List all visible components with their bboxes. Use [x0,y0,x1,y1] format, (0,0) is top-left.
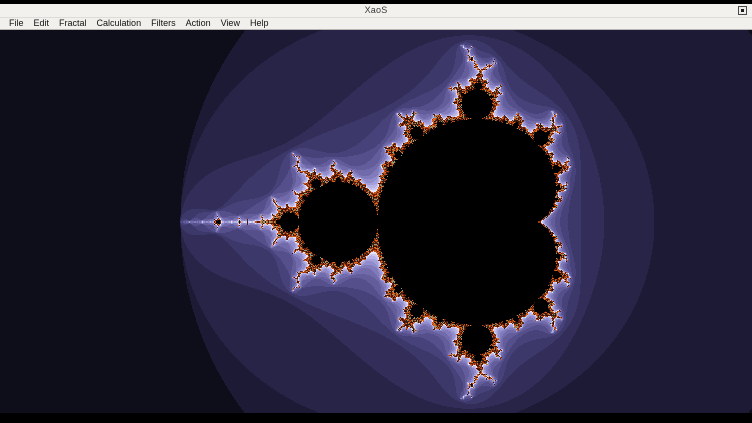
menu-item-file[interactable]: File [4,18,29,29]
close-icon[interactable] [738,6,747,15]
menu-item-help[interactable]: Help [245,18,274,29]
menu-item-filters[interactable]: Filters [146,18,181,29]
xaos-window: XaoS File Edit Fractal Calculation Filte… [0,0,752,423]
menu-item-view[interactable]: View [216,18,245,29]
bottom-frame-strip [0,413,752,423]
window-title: XaoS [365,4,388,17]
titlebar[interactable]: XaoS [0,4,752,18]
menu-item-fractal[interactable]: Fractal [54,18,92,29]
close-icon-dot [741,9,744,12]
fractal-canvas[interactable] [0,30,752,413]
menu-item-edit[interactable]: Edit [29,18,55,29]
menu-item-action[interactable]: Action [181,18,216,29]
menu-item-calculation[interactable]: Calculation [92,18,147,29]
menubar: File Edit Fractal Calculation Filters Ac… [0,18,752,30]
